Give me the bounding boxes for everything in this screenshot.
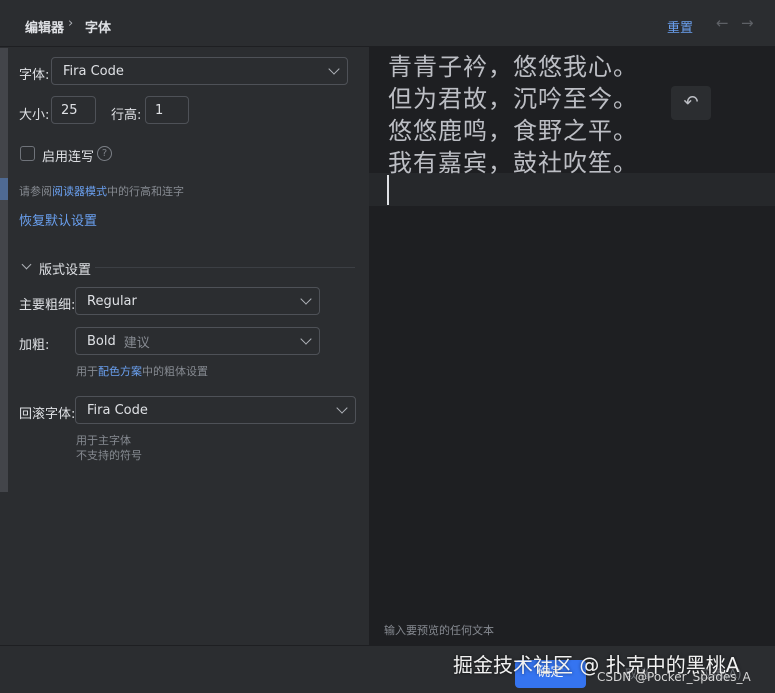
watermark-sub: CSDN @Pocker_Spades_A bbox=[597, 670, 751, 684]
main-weight-value: Regular bbox=[87, 293, 137, 309]
ligatures-label[interactable]: 启用连写 bbox=[42, 146, 94, 165]
breadcrumb-font: 字体 bbox=[85, 21, 112, 36]
bold-value: Bold bbox=[87, 333, 116, 349]
preview-panel[interactable]: 青青子衿，悠悠我心。 但为君故，沉吟至今。 悠悠鹿鸣，食野之平。 我有嘉宾，鼓社… bbox=[369, 47, 775, 645]
chevron-down-icon bbox=[336, 402, 348, 414]
breadcrumb-editor[interactable]: 编辑器 bbox=[25, 17, 64, 36]
chevron-down-icon bbox=[328, 63, 340, 75]
size-input-value: 25 bbox=[61, 102, 78, 118]
chevron-down-icon bbox=[300, 333, 312, 345]
preview-line-3[interactable]: 悠悠鹿鸣，食野之平。 bbox=[388, 111, 638, 146]
fallback-font-label: 回滚字体: bbox=[19, 407, 76, 422]
settings-panel: 字体: Fira Code 大小: 25 行高: 1 启用连写 ? 请参阅阅读器… bbox=[8, 47, 369, 645]
fallback-font-value: Fira Code bbox=[87, 402, 148, 418]
reader-mode-hint: 请参阅阅读器模式中的行高和连字 bbox=[19, 183, 184, 199]
preview-line-1[interactable]: 青青子衿，悠悠我心。 bbox=[388, 47, 638, 82]
preview-placeholder: 输入要预览的任何文本 bbox=[384, 624, 494, 637]
back-arrow-icon[interactable]: ← bbox=[716, 16, 729, 31]
reader-hint-suffix: 中的行高和连字 bbox=[107, 185, 184, 198]
breadcrumb-chevron-icon: › bbox=[68, 16, 74, 31]
chevron-down-icon bbox=[300, 293, 312, 305]
section-divider bbox=[95, 267, 355, 268]
restore-defaults-link[interactable]: 恢复默认设置 bbox=[19, 210, 97, 229]
collapse-chevron-icon[interactable] bbox=[21, 259, 32, 270]
main-weight-label: 主要粗细: bbox=[19, 298, 76, 313]
bold-hint: 用于配色方案中的粗体设置 bbox=[76, 363, 208, 379]
fallback-hint-line2: 不支持的符号 bbox=[76, 449, 142, 462]
help-icon[interactable]: ? bbox=[97, 146, 112, 161]
ligatures-checkbox[interactable] bbox=[20, 146, 35, 161]
size-input[interactable]: 25 bbox=[51, 96, 96, 124]
font-label: 字体: bbox=[19, 68, 50, 83]
main-weight-select[interactable]: Regular bbox=[75, 287, 320, 315]
bold-select[interactable]: Bold 建议 bbox=[75, 327, 320, 355]
fallback-font-select[interactable]: Fira Code bbox=[75, 396, 356, 424]
left-scrollbar[interactable] bbox=[0, 48, 8, 492]
preview-line-2[interactable]: 但为君故，沉吟至今。 bbox=[388, 79, 638, 114]
font-select[interactable]: Fira Code bbox=[51, 57, 348, 85]
text-caret bbox=[387, 175, 389, 205]
font-select-value: Fira Code bbox=[63, 63, 124, 79]
color-scheme-link[interactable]: 配色方案 bbox=[98, 365, 142, 378]
bold-hint-suffix: 中的粗体设置 bbox=[142, 365, 208, 378]
size-label: 大小: bbox=[19, 108, 50, 123]
scrollbar-highlight bbox=[0, 178, 8, 200]
forward-arrow-icon[interactable]: → bbox=[741, 16, 754, 31]
bold-hint-prefix: 用于 bbox=[76, 365, 98, 378]
bold-suggestion: 建议 bbox=[123, 335, 150, 351]
reader-mode-link[interactable]: 阅读器模式 bbox=[52, 185, 107, 198]
header-bar: 编辑器 › 字体 重置 ← → bbox=[0, 0, 775, 47]
fallback-hint-line1: 用于主字体 bbox=[76, 434, 131, 447]
line-height-input[interactable]: 1 bbox=[145, 96, 189, 124]
typography-section-title[interactable]: 版式设置 bbox=[39, 259, 91, 278]
reset-link[interactable]: 重置 bbox=[667, 17, 693, 36]
undo-icon[interactable]: ↶ bbox=[671, 86, 711, 120]
reader-hint-prefix: 请参阅 bbox=[19, 185, 52, 198]
line-height-label: 行高: bbox=[111, 108, 142, 123]
dialog-footer: 确定 取消 应用(A) 掘金技术社区 @ 扑克中的黑桃A CSDN @Pocke… bbox=[0, 645, 775, 693]
preview-line-4[interactable]: 我有嘉宾，鼓社吹笙。 bbox=[388, 143, 638, 178]
line-height-input-value: 1 bbox=[155, 102, 164, 118]
bold-label: 加粗: bbox=[19, 338, 50, 353]
